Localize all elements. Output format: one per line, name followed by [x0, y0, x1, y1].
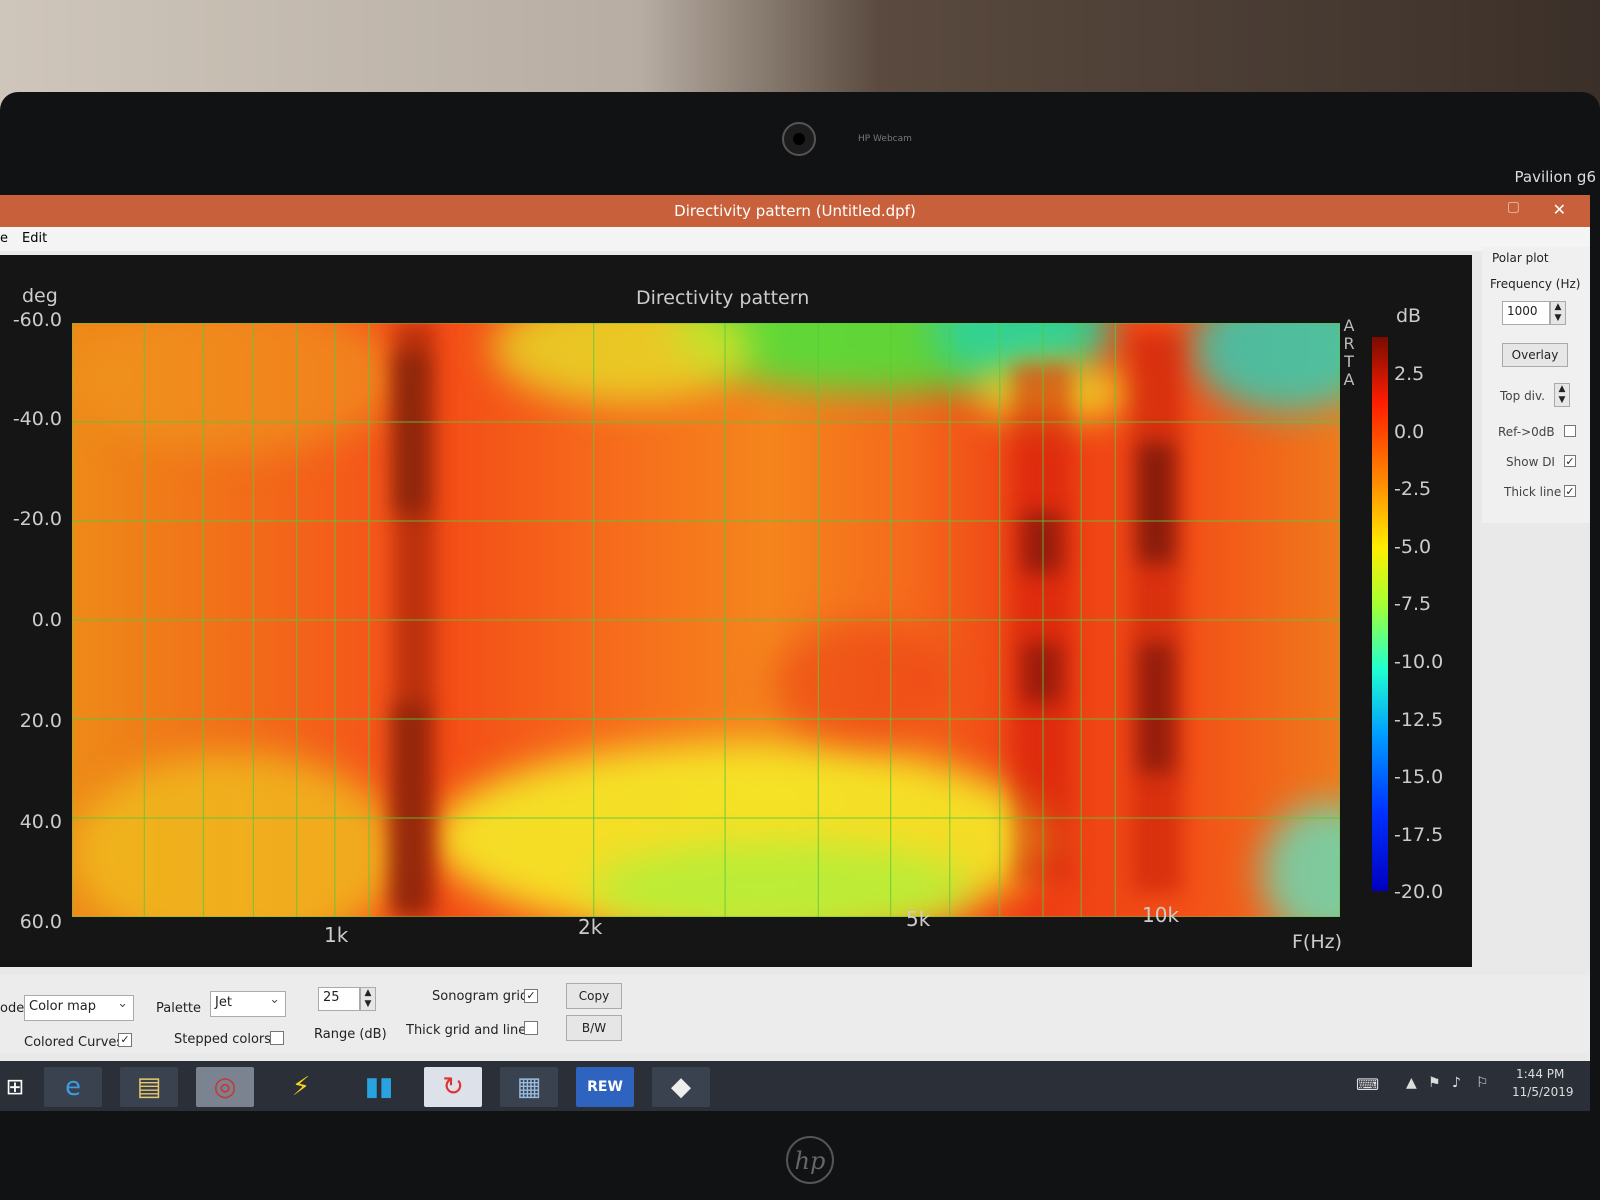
sonogram-grid-label: Sonogram grid	[432, 989, 529, 1004]
thick-grid-checkbox[interactable]	[524, 1021, 538, 1035]
maximize-icon[interactable]: ▢	[1507, 199, 1520, 215]
window-titlebar[interactable]: Directivity pattern (Untitled.dpf) ▢ ✕	[0, 195, 1590, 227]
frequency-label: Frequency (Hz)	[1490, 277, 1581, 291]
chart-title: Directivity pattern	[636, 287, 810, 309]
show-di-checkbox[interactable]: ✓	[1564, 455, 1576, 467]
range-input[interactable]: 25	[318, 987, 360, 1011]
colorbar-tick: 0.0	[1394, 421, 1425, 443]
laptop-brand-label: Pavilion g6	[1514, 168, 1596, 186]
polar-plot-panel: Polar plot Frequency (Hz) 1000 ▲ ▼ Overla…	[1482, 247, 1590, 523]
ref-0db-label: Ref->0dB	[1498, 425, 1555, 439]
x-tick-label: 10k	[1142, 903, 1180, 927]
x-tick-label: 1k	[324, 923, 349, 947]
colorbar	[1372, 337, 1388, 891]
frequency-spinner[interactable]: ▲ ▼	[1550, 301, 1566, 325]
heatmap-grid	[72, 323, 1340, 917]
taskbar: ⊞ e ▤ ◎ ⚡ ▮▮ ↻ ▦ REW ◆ ⌨ ▲ ⚑ ♪ ⚐ 1:44 PM…	[0, 1061, 1590, 1111]
directivity-heatmap[interactable]	[72, 323, 1340, 917]
y-tick-label: 60.0	[19, 911, 62, 933]
colorbar-tick: -12.5	[1394, 709, 1444, 731]
refresh-app-icon[interactable]: ↻	[424, 1067, 482, 1107]
x-tick-label: 2k	[578, 915, 603, 939]
fox-app-icon[interactable]: ◆	[652, 1067, 710, 1107]
close-icon[interactable]: ✕	[1553, 200, 1566, 219]
show-di-label: Show DI	[1506, 455, 1555, 469]
colorbar-tick: -20.0	[1394, 881, 1444, 903]
colored-curves-label: Colored Curves	[24, 1035, 124, 1050]
colorbar-tick: 2.5	[1394, 363, 1425, 385]
arta-watermark: ARTA	[1343, 316, 1355, 389]
window-title: Directivity pattern (Untitled.dpf)	[674, 202, 916, 220]
network-icon[interactable]: ⚑	[1428, 1075, 1441, 1091]
thick-line-checkbox[interactable]: ✓	[1564, 485, 1576, 497]
bottom-controls: ode Color map Palette Jet 25 ▲▼ Range (d…	[0, 975, 1590, 1053]
thick-grid-label: Thick grid and lines	[406, 1023, 534, 1038]
menu-bar: e Edit	[0, 227, 1590, 251]
frequency-input[interactable]: 1000	[1502, 301, 1550, 325]
app-icon[interactable]: ◎	[196, 1067, 254, 1107]
flag-icon[interactable]: ⚐	[1476, 1075, 1489, 1091]
y-tick-label: -60.0	[12, 309, 62, 331]
y-tick-label: 20.0	[19, 710, 62, 732]
x-axis-label: F(Hz)	[1292, 931, 1343, 953]
mode-select[interactable]: Color map	[24, 995, 134, 1021]
colorbar-tick: -17.5	[1394, 824, 1444, 846]
keyboard-icon[interactable]: ⌨	[1356, 1075, 1379, 1094]
colorbar-tick: -10.0	[1394, 651, 1444, 673]
volume-icon[interactable]: ♪	[1452, 1075, 1461, 1091]
colorbar-label: dB	[1396, 305, 1422, 327]
x-tick-label: 5k	[906, 907, 931, 931]
clock-date[interactable]: 11/5/2019	[1512, 1085, 1574, 1099]
rew-icon[interactable]: REW	[576, 1067, 634, 1107]
plot-area: Directivity pattern deg -60.0 -40.0 -20.…	[0, 255, 1472, 967]
colorbar-tick: -7.5	[1394, 593, 1432, 615]
bw-button[interactable]: B/W	[566, 1015, 622, 1041]
sonogram-grid-checkbox[interactable]: ✓	[524, 989, 538, 1003]
analyzer-app-icon[interactable]: ▦	[500, 1067, 558, 1107]
windows-start-icon[interactable]: ⊞	[0, 1067, 30, 1107]
colorbar-tick: -5.0	[1394, 536, 1432, 558]
lightning-app-icon[interactable]: ⚡	[272, 1067, 330, 1107]
ref-0db-checkbox[interactable]	[1564, 425, 1576, 437]
screen: Directivity pattern (Untitled.dpf) ▢ ✕ e…	[0, 195, 1590, 1111]
range-label: Range (dB)	[314, 1027, 387, 1042]
store-icon[interactable]: ▮▮	[350, 1067, 408, 1107]
palette-select[interactable]: Jet	[210, 991, 286, 1017]
clock-time[interactable]: 1:44 PM	[1516, 1067, 1564, 1081]
palette-label: Palette	[156, 1001, 202, 1016]
y-tick-label: -20.0	[12, 508, 62, 530]
overlay-button[interactable]: Overlay	[1502, 343, 1568, 367]
webcam-icon	[782, 122, 816, 156]
tray-expand-icon[interactable]: ▲	[1406, 1075, 1417, 1091]
y-tick-label: 40.0	[19, 811, 62, 833]
colorbar-tick: -2.5	[1394, 478, 1432, 500]
internet-explorer-icon[interactable]: e	[44, 1067, 102, 1107]
polar-plot-heading: Polar plot	[1492, 251, 1549, 265]
menu-item-edit[interactable]: Edit	[22, 231, 47, 246]
thick-line-label: Thick line	[1504, 485, 1562, 499]
webcam-label: HP Webcam	[858, 134, 912, 144]
stepped-colors-checkbox[interactable]	[270, 1031, 284, 1045]
colored-curves-checkbox[interactable]: ✓	[118, 1033, 132, 1047]
hp-logo: hp	[786, 1136, 834, 1184]
y-axis-label: deg	[22, 285, 58, 307]
copy-button[interactable]: Copy	[566, 983, 622, 1009]
y-tick-label: -40.0	[12, 408, 62, 430]
top-div-spinner[interactable]: ▲ ▼	[1554, 383, 1570, 407]
range-spinner[interactable]: ▲ ▼	[360, 987, 376, 1011]
top-div-label: Top div.	[1500, 389, 1545, 403]
menu-item-file[interactable]: e	[0, 231, 8, 246]
y-tick-label: 0.0	[31, 609, 62, 631]
stepped-colors-label: Stepped colors	[174, 1032, 272, 1047]
mode-label: ode	[0, 1001, 25, 1016]
file-explorer-icon[interactable]: ▤	[120, 1067, 178, 1107]
colorbar-tick: -15.0	[1394, 766, 1444, 788]
